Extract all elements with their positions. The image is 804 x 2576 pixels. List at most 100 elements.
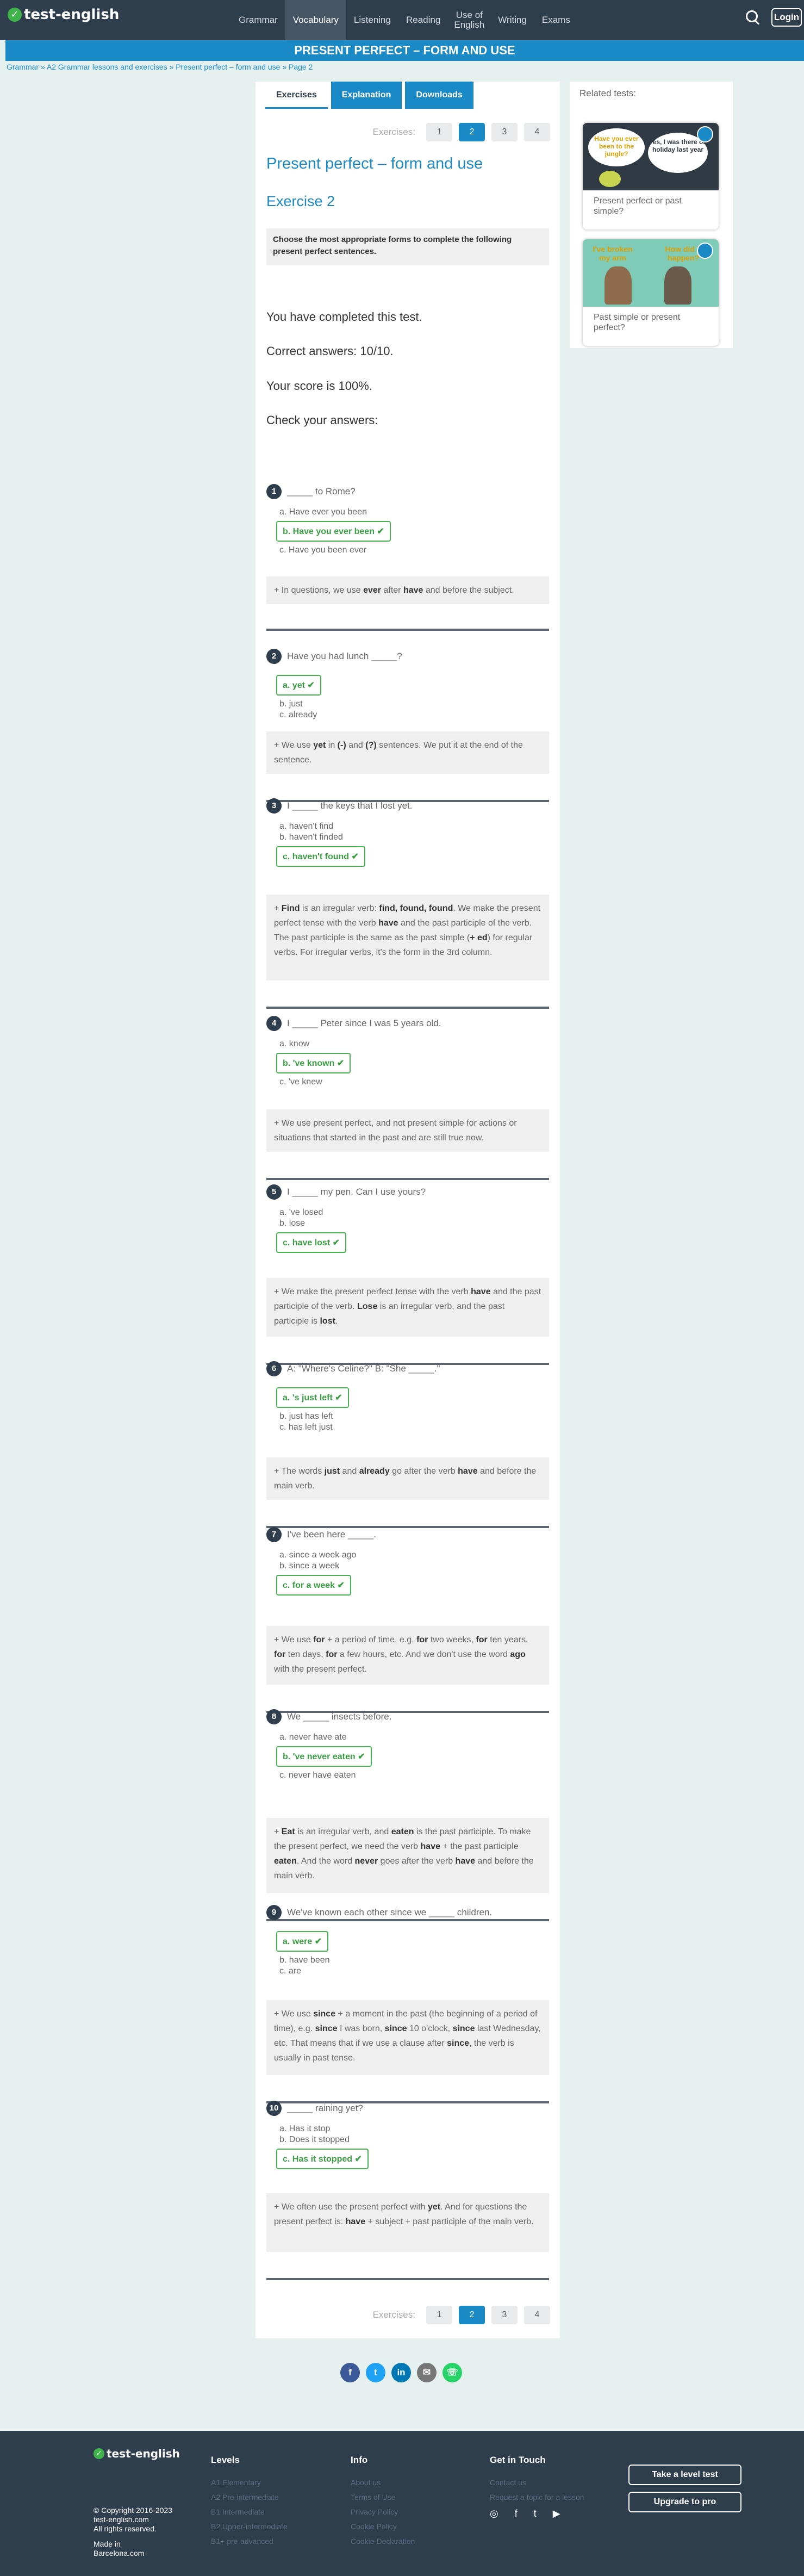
character-illustration xyxy=(599,171,621,187)
correct-answers: Correct answers: 10/10. xyxy=(266,344,394,358)
question-10: 10 _____ raining yet? a. Has it stop b. Doe… xyxy=(266,2101,549,2172)
question-header: 6 A: "Where's Celine?" B: "She _____." xyxy=(266,1361,549,1376)
site-logo[interactable]: ✓ test-english xyxy=(8,7,119,23)
page-4-button[interactable]: 4 xyxy=(524,2306,550,2324)
search-icon[interactable] xyxy=(745,9,761,26)
explanation-box: + Find is an irregular verb: find, found… xyxy=(266,895,549,980)
page-3-button[interactable]: 3 xyxy=(491,2306,518,2324)
divider xyxy=(266,1178,549,1180)
page-2-button[interactable]: 2 xyxy=(459,123,485,141)
twitter-icon[interactable]: t xyxy=(534,2508,537,2519)
logo-check-icon: ✓ xyxy=(94,2448,104,2459)
footer-link[interactable]: Privacy Policy xyxy=(351,2505,415,2519)
question-header: 5 I _____ my pen. Can I use yours? xyxy=(266,1184,549,1200)
top-navigation: ✓ test-english Grammar Vocabulary Listeni… xyxy=(0,0,804,40)
info-title: Info xyxy=(351,2455,368,2465)
question-8: 8 We _____ insects before. a. never have a… xyxy=(266,1709,549,1781)
correct-answer: a. yet ✔ xyxy=(276,675,321,696)
page-1-button[interactable]: 1 xyxy=(426,123,452,141)
answer-option: b. just xyxy=(279,699,303,709)
menu-grammar[interactable]: Grammar xyxy=(231,0,285,40)
footer-contact: Get in Touch Contact us Request a topic … xyxy=(490,2455,584,2519)
upgrade-button[interactable]: Upgrade to pro xyxy=(628,2492,741,2512)
related-test-card[interactable]: I've broken my arm How did it happen? Pa… xyxy=(583,239,719,346)
question-text: A: "Where's Celine?" B: "She _____." xyxy=(287,1363,440,1374)
footer-logo[interactable]: ✓ test-english xyxy=(94,2447,180,2460)
correct-answer: c. haven't found ✔ xyxy=(276,846,365,867)
tab-exercises[interactable]: Exercises xyxy=(265,82,328,109)
correct-answer: c. have lost ✔ xyxy=(276,1232,346,1253)
tab-downloads[interactable]: Downloads xyxy=(405,82,473,109)
breadcrumb[interactable]: Grammar » A2 Grammar lessons and exercis… xyxy=(7,63,313,71)
menu-reading[interactable]: Reading xyxy=(398,0,448,40)
explanation-box: + We use since + a moment in the past (t… xyxy=(266,2000,549,2075)
level-badge-icon xyxy=(697,243,713,259)
question-2: 2 Have you had lunch _____? a. yet ✔ b. jus… xyxy=(266,649,549,721)
question-9: 9 We've known each other since we _____ c… xyxy=(266,1905,549,1977)
page-4-button[interactable]: 4 xyxy=(524,123,550,141)
divider xyxy=(266,2278,549,2280)
question-number: 9 xyxy=(266,1905,282,1920)
whatsapp-icon[interactable]: ☏ xyxy=(442,2363,462,2382)
answer-option: a. know xyxy=(279,1039,310,1048)
tabs: Exercises Explanation Downloads xyxy=(265,82,477,109)
page-3-button[interactable]: 3 xyxy=(491,123,518,141)
footer-link[interactable]: Contact us xyxy=(490,2475,584,2490)
answer-option: c. never have eaten xyxy=(279,1771,356,1780)
question-text: We've known each other since we _____ ch… xyxy=(287,1907,493,1917)
footer-link[interactable]: Cookie Declaration xyxy=(351,2534,415,2549)
menu-vocabulary[interactable]: Vocabulary xyxy=(285,0,346,40)
email-icon[interactable]: ✉ xyxy=(417,2363,437,2382)
footer-link[interactable]: A1 Elementary xyxy=(211,2475,288,2490)
page-2-button[interactable]: 2 xyxy=(459,2306,485,2324)
made-in-city[interactable]: Barcelona.com xyxy=(94,2549,144,2558)
page-1-button[interactable]: 1 xyxy=(426,2306,452,2324)
main-menu: Grammar Vocabulary Listening Reading Use… xyxy=(231,0,578,40)
level-test-button[interactable]: Take a level test xyxy=(628,2465,741,2485)
question-number: 6 xyxy=(266,1361,282,1376)
question-6: 6 A: "Where's Celine?" B: "She _____." a. … xyxy=(266,1361,549,1433)
tab-explanation[interactable]: Explanation xyxy=(331,82,402,109)
youtube-icon[interactable]: ▶ xyxy=(553,2508,560,2519)
question-number: 10 xyxy=(266,2101,282,2116)
facebook-icon[interactable]: f xyxy=(515,2508,518,2519)
footer-link[interactable]: About us xyxy=(351,2475,415,2490)
question-text: I _____ the keys that I lost yet. xyxy=(287,800,413,811)
level-badge-icon xyxy=(697,126,713,142)
login-button[interactable]: Login xyxy=(771,8,802,27)
pager-label: Exercises: xyxy=(372,2310,415,2320)
related-test-card[interactable]: Have you ever been to the jungle? Yes, I… xyxy=(583,123,719,229)
explanation-box: + Eat is an irregular verb, and eaten is… xyxy=(266,1818,549,1893)
explanation-box: + We use present perfect, and not presen… xyxy=(266,1109,549,1152)
footer-link[interactable]: Cookie Policy xyxy=(351,2519,415,2534)
answer-option: b. have been xyxy=(279,1956,330,1965)
footer-link[interactable]: B1 Intermediate xyxy=(211,2505,288,2519)
question-header: 1 _____ to Rome? xyxy=(266,484,549,499)
question-header: 9 We've known each other since we _____ c… xyxy=(266,1905,549,1920)
question-number: 2 xyxy=(266,649,282,664)
question-header: 2 Have you had lunch _____? xyxy=(266,649,549,664)
page-title-bar: PRESENT PERFECT – FORM AND USE xyxy=(5,40,804,61)
card-illustration: Have you ever been to the jungle? Yes, I… xyxy=(583,123,719,190)
instagram-icon[interactable]: ◎ xyxy=(490,2508,498,2519)
answer-option: a. since a week ago xyxy=(279,1550,357,1560)
facebook-icon[interactable]: f xyxy=(340,2363,360,2382)
menu-exams[interactable]: Exams xyxy=(534,0,578,40)
footer-link[interactable]: B1+ pre-advanced xyxy=(211,2534,288,2549)
question-1: 1 _____ to Rome? a. Have ever you been b. H… xyxy=(266,484,549,556)
bear-illustration xyxy=(664,266,691,305)
footer-link[interactable]: B2 Upper-intermediate xyxy=(211,2519,288,2534)
question-3: 3 I _____ the keys that I lost yet. a. hav… xyxy=(266,798,549,870)
footer-link[interactable]: Terms of Use xyxy=(351,2490,415,2505)
footer-link[interactable]: A2 Pre-intermediate xyxy=(211,2490,288,2505)
menu-listening[interactable]: Listening xyxy=(346,0,398,40)
linkedin-icon[interactable]: in xyxy=(391,2363,411,2382)
twitter-icon[interactable]: t xyxy=(366,2363,385,2382)
lesson-heading: Present perfect – form and use xyxy=(266,155,483,172)
menu-use-of-english[interactable]: Use of English xyxy=(448,0,490,40)
question-number: 1 xyxy=(266,484,282,499)
question-header: 7 I've been here _____. xyxy=(266,1527,549,1542)
menu-writing[interactable]: Writing xyxy=(490,0,534,40)
question-header: 3 I _____ the keys that I lost yet. xyxy=(266,798,549,814)
footer-link[interactable]: Request a topic for a lesson xyxy=(490,2490,584,2505)
